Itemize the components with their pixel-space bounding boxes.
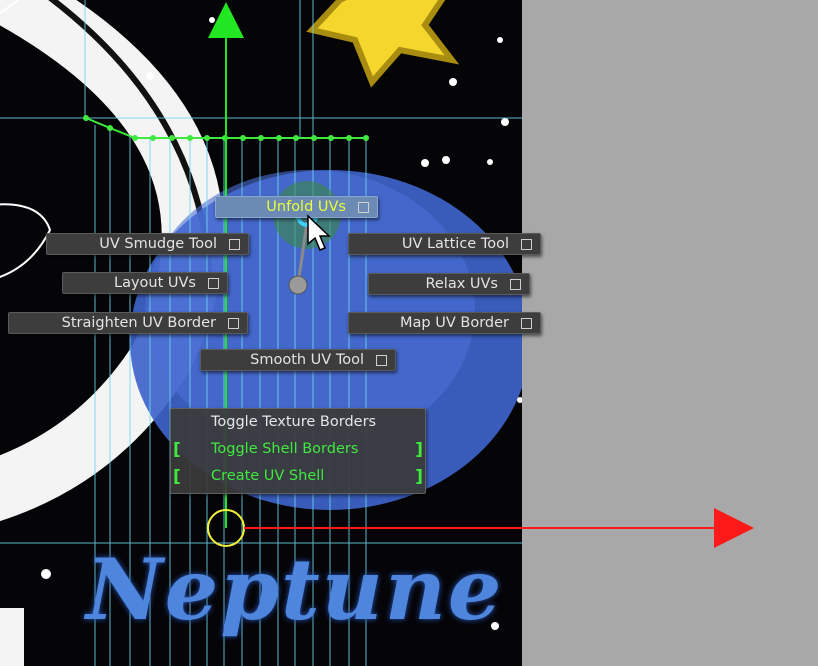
menu-item-label: Straighten UV Border [61,315,216,331]
menu-item-label: Relax UVs [425,276,498,292]
panel-item-label: Toggle Texture Borders [211,414,377,430]
menu-item-layout-uvs[interactable]: Layout UVs [62,272,228,294]
panel-item-create-uv-shell[interactable]: [ Create UV Shell ] [171,465,425,489]
uv-shell-options-panel: Toggle Texture Borders [ Toggle Shell Bo… [170,408,426,494]
panel-item-toggle-texture-borders[interactable]: Toggle Texture Borders [171,411,425,435]
menu-item-uv-lattice-tool[interactable]: UV Lattice Tool [348,233,541,255]
menu-item-relax-uvs[interactable]: Relax UVs [368,273,530,295]
option-box-icon[interactable] [208,277,219,289]
option-box-icon[interactable] [510,278,521,290]
menu-item-label: Map UV Border [400,315,509,331]
option-box-icon[interactable] [228,317,239,329]
menu-item-label: Layout UVs [114,275,196,291]
menu-item-label: Unfold UVs [266,199,346,215]
panel-item-label: Create UV Shell [211,468,325,484]
menu-item-straighten-uv-border[interactable]: Straighten UV Border [8,312,248,334]
checked-bracket-left-icon: [ [173,440,181,460]
checked-bracket-right-icon: ] [415,440,423,460]
panel-item-toggle-shell-borders[interactable]: [ Toggle Shell Borders ] [171,438,425,462]
option-box-icon[interactable] [521,238,532,250]
menu-item-label: UV Lattice Tool [401,236,509,252]
panel-item-label: Toggle Shell Borders [211,441,359,457]
option-box-icon[interactable] [358,201,369,213]
menu-item-unfold-uvs[interactable]: Unfold UVs [215,196,378,218]
menu-item-smooth-uv-tool[interactable]: Smooth UV Tool [200,349,396,371]
option-box-icon[interactable] [376,354,387,366]
checked-bracket-left-icon: [ [173,467,181,487]
uv-shell-square [0,608,24,666]
star-icon [306,0,460,88]
marking-menu-center [288,275,308,295]
checked-bracket-right-icon: ] [415,467,423,487]
viewport-outside-area [522,0,818,666]
menu-item-label: UV Smudge Tool [99,236,217,252]
neptune-logo-text: Neptune [86,540,504,639]
menu-item-uv-smudge-tool[interactable]: UV Smudge Tool [46,233,249,255]
menu-item-label: Smooth UV Tool [250,352,364,368]
option-box-icon[interactable] [521,317,532,329]
option-box-icon[interactable] [229,238,240,250]
menu-item-map-uv-border[interactable]: Map UV Border [348,312,541,334]
